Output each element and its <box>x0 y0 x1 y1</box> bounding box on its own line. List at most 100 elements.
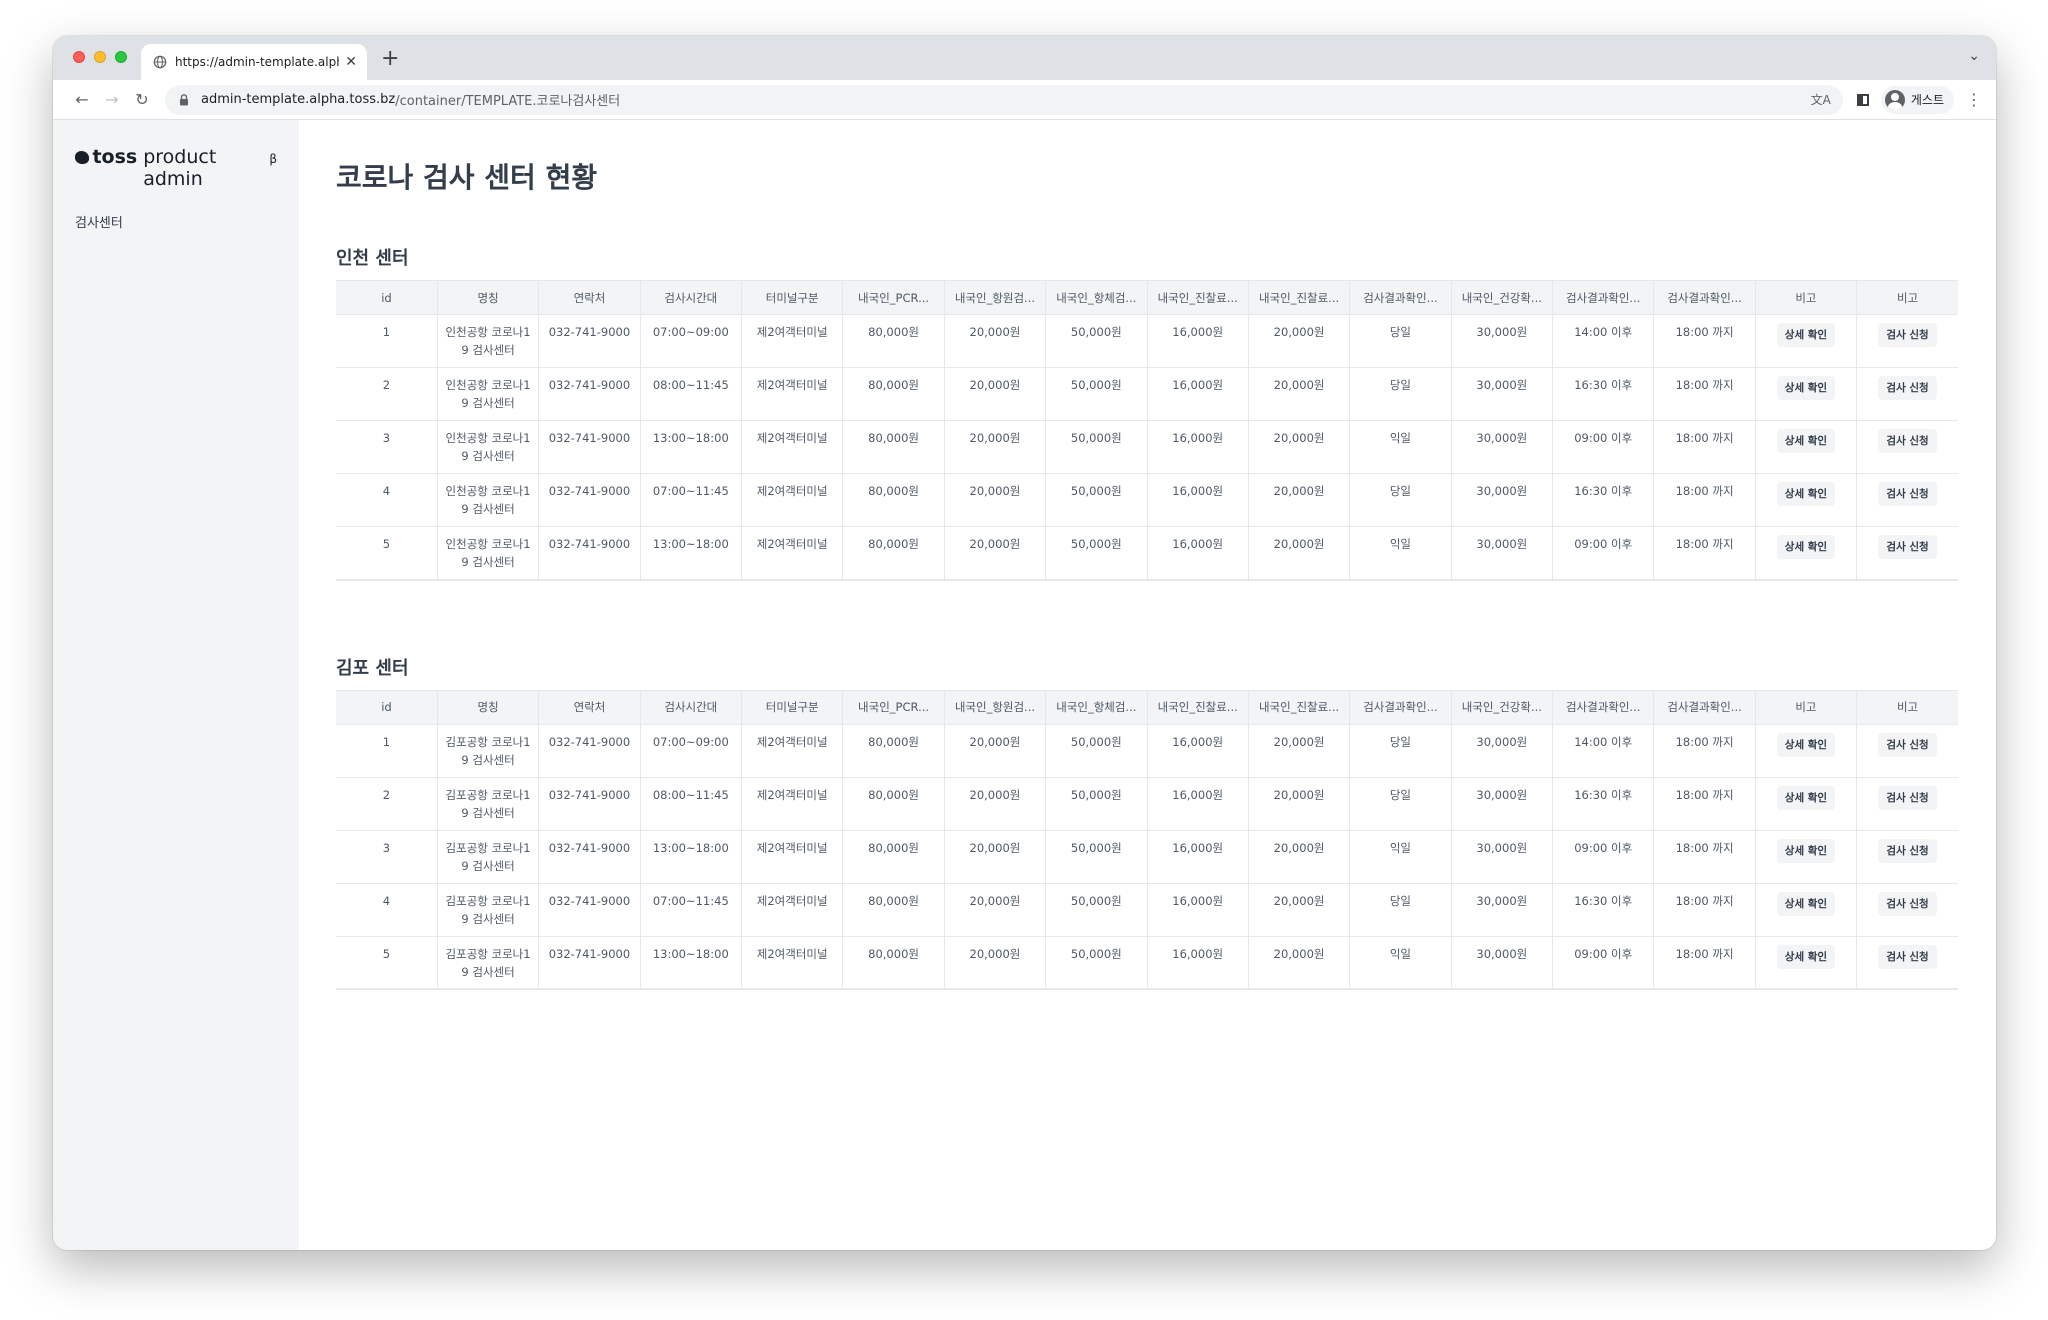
table-bottom-border-cell <box>336 988 1958 991</box>
column-header[interactable]: 내국인_진찰료... <box>1247 280 1351 315</box>
column-header[interactable]: 내국인_PCR... <box>842 280 945 315</box>
back-arrow-icon[interactable]: ← <box>67 90 97 109</box>
table-cell: 당일 <box>1349 882 1452 937</box>
minimize-window-button[interactable] <box>94 51 106 63</box>
close-window-button[interactable] <box>73 51 85 63</box>
detail-button[interactable]: 상세 확인 <box>1776 429 1836 453</box>
table-cell: 상세 확인 <box>1754 723 1858 778</box>
tab-close-icon[interactable]: ✕ <box>345 54 357 70</box>
apply-test-button[interactable]: 검사 신청 <box>1878 891 1937 916</box>
column-header[interactable]: 내국인_항체검... <box>1045 689 1148 725</box>
table-cell: 20,000원 <box>943 882 1047 937</box>
column-header[interactable]: 연락처 <box>538 280 641 315</box>
column-header[interactable]: 검사결과확인... <box>1551 689 1655 725</box>
detail-button[interactable]: 상세 확인 <box>1776 376 1836 400</box>
table-cell: 032-741-9000 <box>538 473 641 527</box>
more-menu-icon[interactable]: ⋮ <box>1966 90 1982 109</box>
column-header[interactable]: 비고 <box>1856 689 1958 725</box>
column-header[interactable]: 명칭 <box>436 689 540 725</box>
table-cell: 5 <box>336 935 438 990</box>
sidebar: toss product admin β 검사센터 <box>53 120 299 1250</box>
apply-test-button[interactable]: 검사 신청 <box>1878 376 1937 400</box>
column-header[interactable]: 검사결과확인... <box>1349 280 1452 315</box>
sections-container: 인천 센터 id 명칭 연락처 검사시간대 터미널구분 내국인_PCR... 내국인_항원검.… <box>336 244 1959 991</box>
column-header[interactable]: 내국인_진찰료... <box>1146 280 1249 315</box>
sidebar-item-test-center[interactable]: 검사센터 <box>75 212 277 231</box>
apply-test-button[interactable]: 검사 신청 <box>1878 429 1937 453</box>
table-cell: 상세 확인 <box>1754 420 1858 474</box>
table-cell: 18:00 까지 <box>1653 776 1756 831</box>
detail-button[interactable]: 상세 확인 <box>1776 944 1836 969</box>
column-header[interactable]: 터미널구분 <box>740 689 844 725</box>
detail-button[interactable]: 상세 확인 <box>1776 891 1836 916</box>
column-header[interactable]: 내국인_항원검... <box>943 280 1047 315</box>
column-header[interactable]: 내국인_PCR... <box>842 689 945 725</box>
column-header[interactable]: 내국인_항원검... <box>943 689 1047 725</box>
table-cell: 제2여객터미널 <box>740 882 844 937</box>
column-header[interactable]: 검사결과확인... <box>1653 689 1756 725</box>
profile-button[interactable]: 게스트 <box>1880 85 1954 114</box>
logo[interactable]: toss product admin β <box>75 146 277 190</box>
column-header[interactable]: id <box>336 280 438 315</box>
apply-test-button[interactable]: 검사 신청 <box>1878 535 1937 559</box>
column-header[interactable]: 검사결과확인... <box>1349 689 1452 725</box>
column-header[interactable]: 검사시간대 <box>639 280 743 315</box>
detail-button[interactable]: 상세 확인 <box>1776 732 1836 757</box>
table-cell: 20,000원 <box>943 367 1047 421</box>
table-cell: 검사 신청 <box>1856 420 1958 474</box>
logo-brand: toss <box>92 146 138 168</box>
table-cell: 제2여객터미널 <box>740 314 844 368</box>
column-header[interactable]: 연락처 <box>538 689 641 725</box>
apply-test-button[interactable]: 검사 신청 <box>1878 785 1937 810</box>
translate-icon[interactable]: 文A <box>1811 91 1831 108</box>
column-header[interactable]: 검사시간대 <box>639 689 743 725</box>
table-cell: 20,000원 <box>943 723 1047 778</box>
detail-button[interactable]: 상세 확인 <box>1776 323 1836 347</box>
side-panel-icon[interactable] <box>1856 93 1869 106</box>
lock-icon[interactable] <box>177 93 191 107</box>
new-tab-button[interactable]: + <box>381 46 399 71</box>
table-cell: 50,000원 <box>1045 420 1148 474</box>
tab-title: https://admin-template.alpha.toss.bz <box>175 55 340 69</box>
tab-search-chevron-icon[interactable]: ⌄ <box>1968 48 1980 64</box>
table-cell: 16,000원 <box>1146 473 1249 527</box>
column-header[interactable]: 내국인_진찰료... <box>1146 689 1249 725</box>
address-bar[interactable]: admin-template.alpha.toss.bz /container/… <box>165 84 1843 115</box>
url-host: admin-template.alpha.toss.bz <box>201 92 396 107</box>
table-cell: 08:00~11:45 <box>639 367 743 421</box>
table-cell: 20,000원 <box>943 935 1047 990</box>
reload-icon[interactable]: ↻ <box>127 90 157 109</box>
apply-test-button[interactable]: 검사 신청 <box>1878 732 1937 757</box>
column-header[interactable]: 비고 <box>1856 280 1958 315</box>
apply-test-button[interactable]: 검사 신청 <box>1878 323 1937 347</box>
detail-button[interactable]: 상세 확인 <box>1776 785 1836 810</box>
detail-button[interactable]: 상세 확인 <box>1776 838 1836 863</box>
column-header[interactable]: 명칭 <box>436 280 540 315</box>
detail-button[interactable]: 상세 확인 <box>1776 482 1836 506</box>
table-cell: 80,000원 <box>842 420 945 474</box>
table-cell: 상세 확인 <box>1754 776 1858 831</box>
forward-arrow-icon[interactable]: → <box>97 90 127 109</box>
detail-button[interactable]: 상세 확인 <box>1776 535 1836 559</box>
browser-tab[interactable]: https://admin-template.alpha.toss.bz ✕ <box>141 44 367 80</box>
main-content: 코로나 검사 센터 현황 인천 센터 id 명칭 연락처 검사시간대 터미널구분 내국인_P… <box>299 120 1996 1250</box>
table-cell: 익일 <box>1349 420 1452 474</box>
apply-test-button[interactable]: 검사 신청 <box>1878 838 1937 863</box>
column-header[interactable]: 검사결과확인... <box>1551 280 1655 315</box>
column-header[interactable]: 터미널구분 <box>740 280 844 315</box>
table-cell: 80,000원 <box>842 473 945 527</box>
apply-test-button[interactable]: 검사 신청 <box>1878 944 1937 969</box>
table-row: 1 인천공항 코로나19 검사센터 032-741-9000 07:00~09:00 제… <box>336 314 1958 368</box>
column-header[interactable]: id <box>336 689 438 725</box>
column-header[interactable]: 내국인_건강확... <box>1450 280 1554 315</box>
column-header[interactable]: 비고 <box>1754 689 1858 725</box>
column-header[interactable]: 내국인_건강확... <box>1450 689 1554 725</box>
table-cell: 80,000원 <box>842 776 945 831</box>
column-header[interactable]: 검사결과확인... <box>1653 280 1756 315</box>
globe-icon <box>153 55 167 69</box>
maximize-window-button[interactable] <box>115 51 127 63</box>
apply-test-button[interactable]: 검사 신청 <box>1878 482 1937 506</box>
column-header[interactable]: 내국인_항체검... <box>1045 280 1148 315</box>
column-header[interactable]: 내국인_진찰료... <box>1247 689 1351 725</box>
column-header[interactable]: 비고 <box>1754 280 1858 315</box>
